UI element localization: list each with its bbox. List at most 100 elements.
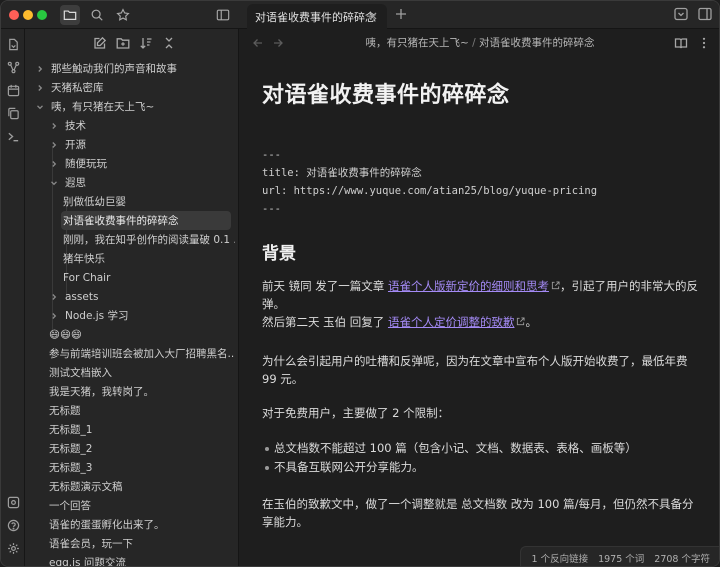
- file-item[interactable]: 测试文档嵌入: [49, 363, 235, 382]
- tree-item-label: 随便玩玩: [65, 158, 107, 170]
- more-options-icon[interactable]: [697, 36, 711, 50]
- new-note-icon[interactable]: [93, 36, 107, 50]
- file-item[interactable]: 无标题_2: [49, 439, 235, 458]
- tree-item-label: 一个回答: [49, 500, 91, 512]
- file-item[interactable]: 猪年快乐: [63, 249, 235, 268]
- folder-item[interactable]: 技术: [49, 116, 235, 135]
- list-item: 总文档数不能超过 100 篇（包含小记、文档、数据表、表格、画板等）: [262, 439, 702, 457]
- character-count: 2708 个字符: [654, 553, 710, 565]
- breadcrumb-vault[interactable]: 咦，有只猪在天上飞~: [365, 37, 468, 49]
- folder-item[interactable]: Node.js 学习: [49, 306, 235, 325]
- collapse-all-icon[interactable]: [162, 36, 176, 50]
- external-link-icon: [551, 281, 560, 290]
- word-count: 1975 个词: [598, 553, 645, 565]
- file-item[interactable]: 无标题_1: [49, 420, 235, 439]
- chevron-right-icon[interactable]: [49, 140, 59, 150]
- tree-item-label: For Chair: [63, 271, 111, 284]
- paragraph-1-text: 前天 镜同 发了一篇文章: [262, 279, 388, 293]
- folder-item[interactable]: assets: [49, 287, 235, 306]
- new-folder-icon[interactable]: [116, 36, 130, 50]
- tree-item-label: 语雀会员，玩一下: [49, 538, 133, 550]
- terminal-icon[interactable]: [5, 128, 21, 144]
- chevron-right-icon[interactable]: [49, 159, 59, 169]
- folder-icon[interactable]: [60, 5, 80, 25]
- paragraph-3: 为什么会引起用户的吐槽和反弹呢，因为在文章中宣布个人版开始收费了，最低年费 99…: [262, 354, 688, 386]
- graph-view-icon[interactable]: [5, 59, 21, 75]
- sidebar-toggle-icon[interactable]: [213, 5, 233, 25]
- file-item[interactable]: 无标题_3: [49, 458, 235, 477]
- tree-item-label: 遐思: [65, 177, 86, 189]
- minimize-window-button[interactable]: [23, 10, 33, 20]
- file-item[interactable]: For Chair: [63, 268, 235, 287]
- right-sidebar-toggle-icon[interactable]: [698, 7, 712, 21]
- paragraph-1: 前天 镜同 发了一篇文章 语雀个人版新定价的细则和思考 ，引起了用户的非常大的反弹…: [262, 277, 702, 313]
- list-item: 不具备互联网公开分享能力。: [262, 458, 702, 476]
- plus-icon[interactable]: [393, 6, 409, 22]
- paragraph-2-text: 然后第二天 玉伯 回复了: [262, 315, 388, 329]
- frontmatter-title: title: 对语雀收费事件的碎碎念: [262, 167, 422, 179]
- chevron-down-icon[interactable]: [674, 7, 688, 21]
- bookmark-star-icon[interactable]: [113, 5, 133, 25]
- file-item[interactable]: egg.js 问题交流: [49, 553, 235, 566]
- file-item[interactable]: 别做低幼巨婴: [63, 192, 235, 211]
- file-item[interactable]: 😄😄😄: [49, 325, 235, 344]
- open-quick-switcher-icon[interactable]: [5, 36, 21, 52]
- settings-gear-icon[interactable]: [5, 540, 21, 556]
- chevron-right-icon[interactable]: [49, 292, 59, 302]
- folder-item[interactable]: 开源: [49, 135, 235, 154]
- file-item[interactable]: 无标题: [49, 401, 235, 420]
- status-bar: 1 个反向链接 1975 个词 2708 个字符: [519, 546, 719, 566]
- chevron-right-icon[interactable]: [49, 121, 59, 131]
- tree-item-label: 那些触动我们的声音和故事: [51, 63, 177, 75]
- tree-item-label: 无标题演示文稿: [49, 481, 123, 493]
- close-icon[interactable]: [367, 10, 379, 22]
- folder-item[interactable]: 咦，有只猪在天上飞~: [35, 97, 235, 116]
- chevron-down-icon[interactable]: [35, 102, 45, 112]
- tree-item-label: 技术: [65, 120, 86, 132]
- chevron-right-icon[interactable]: [35, 83, 45, 93]
- vault-switcher-icon[interactable]: [5, 494, 21, 510]
- file-item[interactable]: 刚刚，我在知乎创作的阅读量破 0.1 ...: [63, 230, 235, 249]
- explorer-toolbar: [25, 29, 239, 57]
- editor-pane: 咦，有只猪在天上飞~ / 对语雀收费事件的碎碎念 对语雀收费事件的碎碎念 ---…: [239, 29, 719, 566]
- chevron-right-icon[interactable]: [49, 311, 59, 321]
- article-link-apology[interactable]: 语雀个人定价调整的致歉: [388, 315, 515, 329]
- file-item[interactable]: 语雀的蛋蛋孵化出来了。: [49, 515, 235, 534]
- tab-active-note[interactable]: 对语雀收费事件的碎碎念: [247, 4, 387, 29]
- note-title: 对语雀收费事件的碎碎念: [262, 83, 510, 108]
- tree-item-label: 测试文档嵌入: [49, 367, 112, 379]
- chevron-right-icon[interactable]: [35, 64, 45, 74]
- breadcrumb-file[interactable]: 对语雀收费事件的碎碎念: [479, 37, 595, 49]
- file-item[interactable]: 我是天猪，我转岗了。: [49, 382, 235, 401]
- zoom-window-button[interactable]: [37, 10, 47, 20]
- close-window-button[interactable]: [9, 10, 19, 20]
- file-item[interactable]: 一个回答: [49, 496, 235, 515]
- help-icon[interactable]: [5, 517, 21, 533]
- tree-item-label: assets: [65, 290, 99, 303]
- book-open-icon[interactable]: [674, 36, 688, 50]
- tree-item-label: 无标题_1: [49, 424, 93, 436]
- tree-item-label: 猪年快乐: [63, 253, 105, 265]
- chevron-down-icon[interactable]: [49, 178, 59, 188]
- paragraph-4: 对于免费用户，主要做了 2 个限制：: [262, 406, 450, 420]
- backlinks-count[interactable]: 1 个反向链接: [532, 551, 589, 565]
- sort-icon[interactable]: [139, 36, 153, 50]
- article-link-pricing[interactable]: 语雀个人版新定价的细则和思考: [388, 279, 549, 293]
- folder-item[interactable]: 遐思: [49, 173, 235, 192]
- section-heading: 背景: [262, 244, 296, 264]
- tree-item-label: 无标题_2: [49, 443, 93, 455]
- file-item[interactable]: 语雀会员，玩一下: [49, 534, 235, 553]
- file-item[interactable]: 无标题演示文稿: [49, 477, 235, 496]
- copy-icon[interactable]: [5, 105, 21, 121]
- search-icon[interactable]: [87, 5, 107, 25]
- folder-item[interactable]: 天猪私密库: [35, 78, 235, 97]
- frontmatter-url: url: https://www.yuque.com/atian25/blog/…: [262, 185, 598, 197]
- folder-item[interactable]: 那些触动我们的声音和故事: [35, 59, 235, 78]
- breadcrumb: 咦，有只猪在天上飞~ / 对语雀收费事件的碎碎念: [239, 35, 719, 50]
- folder-item[interactable]: 随便玩玩: [49, 154, 235, 173]
- file-item[interactable]: 对语雀收费事件的碎碎念: [61, 211, 231, 230]
- paragraph-5: 在玉伯的致歉文中，做了一个调整就是 总文档数 改为 100 篇/每月，但仍然不具…: [262, 497, 694, 529]
- calendar-icon[interactable]: [5, 82, 21, 98]
- paragraph-2-tail: 。: [525, 315, 537, 329]
- file-item[interactable]: 参与前端培训班会被加入大厂招聘黑名...: [49, 344, 235, 363]
